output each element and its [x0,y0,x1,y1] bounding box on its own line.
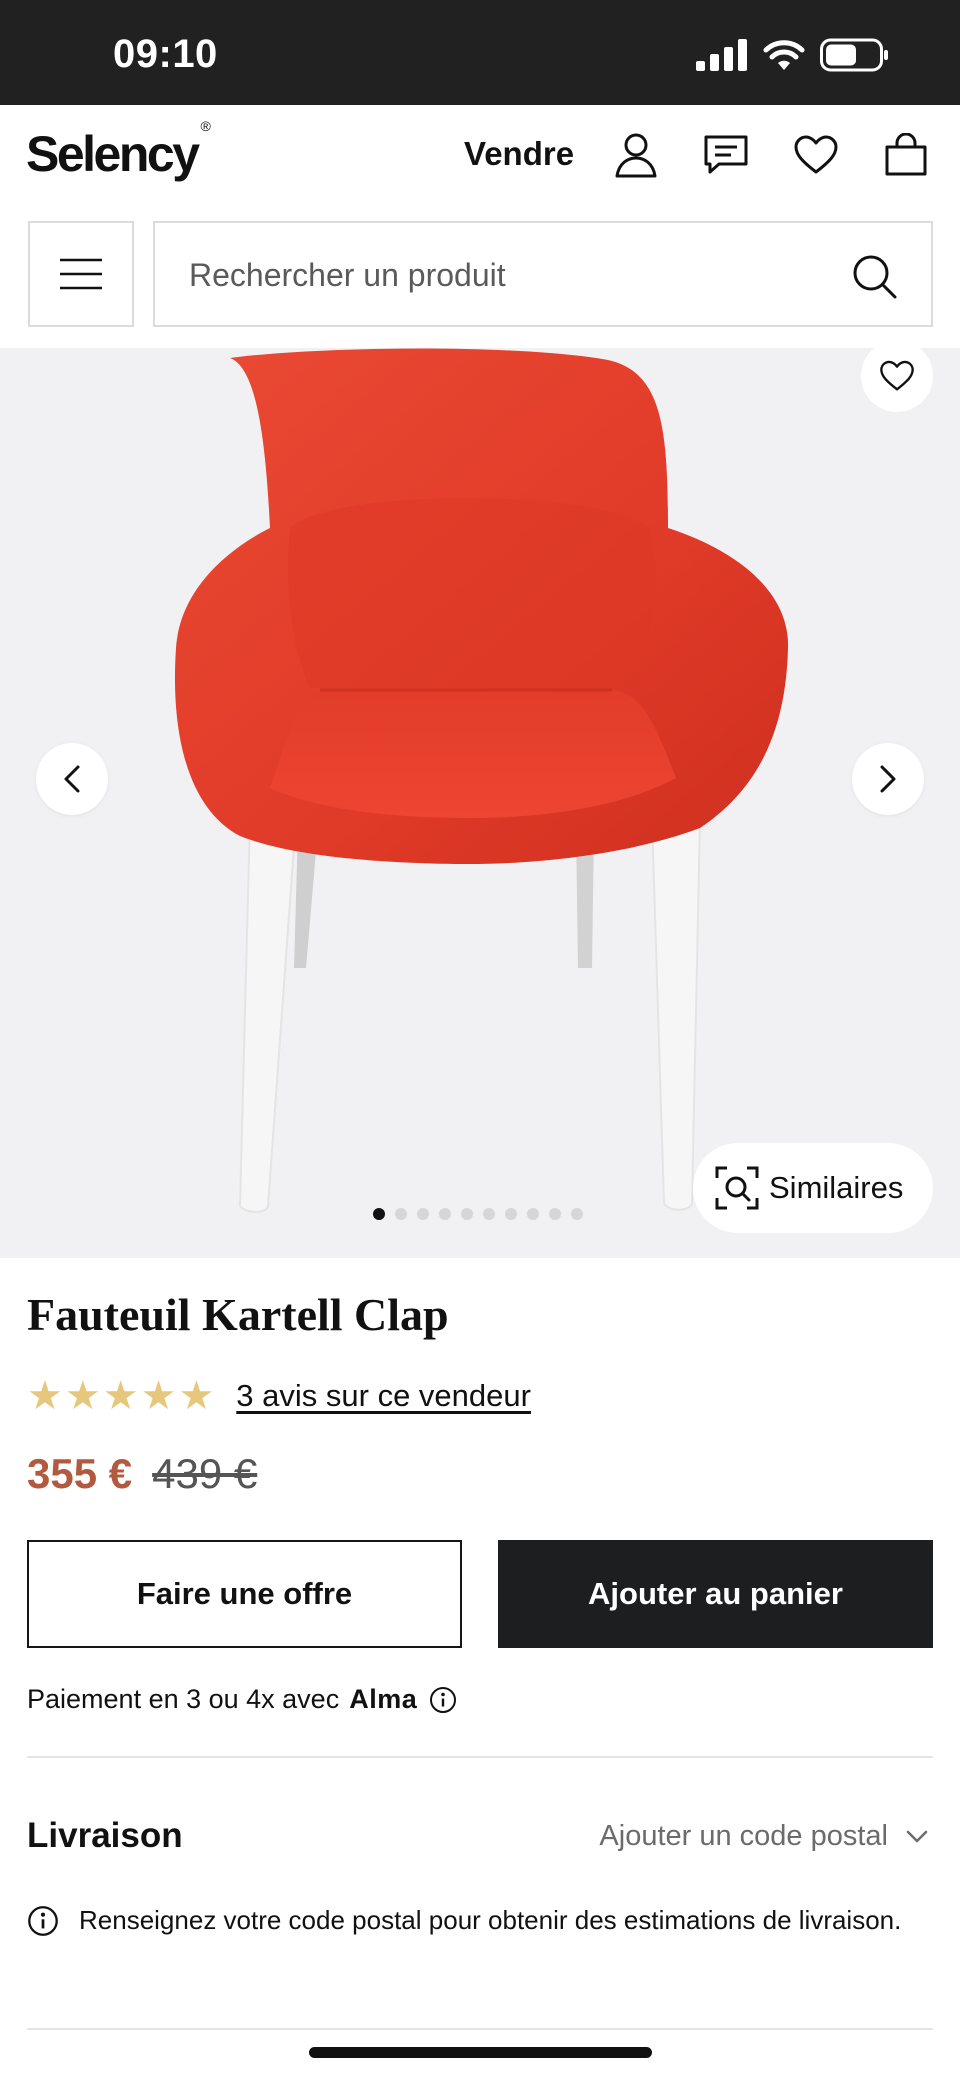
gallery-dot[interactable] [395,1208,407,1220]
info-icon [28,1906,58,1936]
heart-icon [880,360,914,391]
star-icon: ★ [27,1374,63,1418]
chevron-left-icon [64,765,80,793]
gallery-dot[interactable] [549,1208,561,1220]
star-icon: ★ [102,1374,139,1418]
rating-stars: ★ ★ ★ ★ ★ [27,1376,214,1416]
payment-text: Paiement en 3 ou 4x avec [27,1684,340,1714]
gallery-dot[interactable] [527,1208,539,1220]
status-bar: 09:10 [0,0,960,105]
gallery-prev-button[interactable] [36,743,108,815]
gallery-pagination [373,1208,583,1220]
similar-button[interactable]: Similaires [693,1143,933,1233]
gallery-dot[interactable] [373,1208,385,1220]
delivery-title: Livraison [27,1816,183,1855]
similar-label: Similaires [769,1170,904,1205]
add-to-cart-button[interactable]: Ajouter au panier [498,1540,933,1648]
product-title: Fauteuil Kartell Clap [27,1289,449,1340]
visual-search-icon [715,1166,759,1210]
messages-icon[interactable] [700,129,752,181]
gallery-dot[interactable] [417,1208,429,1220]
search-icon[interactable] [851,253,897,299]
info-icon[interactable] [429,1686,457,1714]
battery-icon [820,38,888,72]
wifi-icon [763,40,805,70]
account-icon[interactable] [610,129,662,181]
gallery-dot[interactable] [483,1208,495,1220]
menu-button[interactable] [28,221,134,327]
chevron-right-icon [880,765,896,793]
star-icon: ★ [64,1374,101,1418]
cart-icon[interactable] [880,129,932,181]
selency-logo[interactable]: Selency ® [26,118,211,183]
add-postal-code-link[interactable]: Ajouter un code postal [599,1820,928,1853]
search-row: Rechercher un produit [0,213,960,333]
signal-icon [696,39,747,71]
gallery-next-button[interactable] [852,743,924,815]
gallery-dot[interactable] [505,1208,517,1220]
gallery-dot[interactable] [461,1208,473,1220]
favorites-icon[interactable] [790,129,842,181]
delivery-note: Renseignez votre code postal pour obteni… [27,1902,909,1938]
product-gallery[interactable]: Similaires [0,348,960,1258]
home-indicator [309,2047,652,2058]
alma-brand: Alma [349,1684,418,1714]
original-price: 439 € [152,1450,258,1497]
status-time: 09:10 [113,32,218,76]
delivery-note-text: Renseignez votre code postal pour obteni… [79,1905,902,1935]
gallery-dot[interactable] [439,1208,451,1220]
logo-text: Selency [26,126,200,182]
make-offer-button[interactable]: Faire une offre [27,1540,462,1648]
star-icon: ★ [140,1374,177,1418]
gallery-dot[interactable] [571,1208,583,1220]
chevron-down-icon [906,1830,928,1842]
reviews-link[interactable]: 3 avis sur ce vendeur [236,1378,531,1414]
rating-row: ★ ★ ★ ★ ★ 3 avis sur ce vendeur [27,1376,531,1416]
star-icon: ★ [178,1374,215,1418]
postal-link-label: Ajouter un code postal [599,1820,888,1852]
current-price: 355 € [27,1450,133,1497]
logo-registered-mark: ® [200,118,211,135]
search-placeholder: Rechercher un produit [189,257,506,293]
payment-info: Paiement en 3 ou 4x avec Alma [27,1684,457,1715]
product-image-chair [174,348,789,1213]
price-row: 355 € 439 € [27,1450,257,1498]
divider [27,2028,933,2030]
divider [27,1756,933,1758]
search-input[interactable]: Rechercher un produit [153,221,933,327]
hamburger-icon [60,258,102,290]
status-icons [696,38,890,72]
site-header: Selency ® Vendre [0,105,960,213]
sell-link[interactable]: Vendre [464,135,574,173]
